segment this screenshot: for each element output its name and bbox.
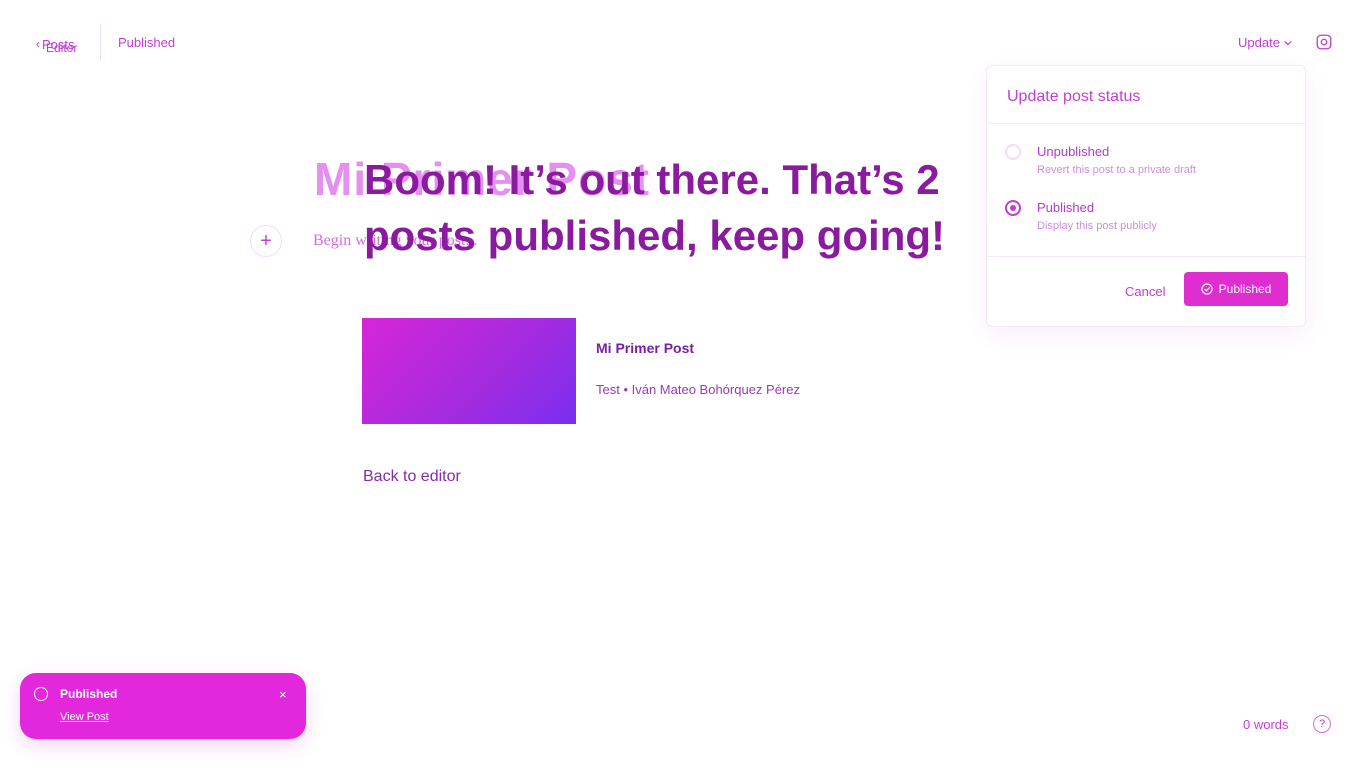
post-status-label: Published [118,35,176,50]
editor-label: Editor [46,41,78,55]
option-label: Published [1037,200,1095,215]
publish-toast: Published View Post × [20,673,306,739]
panel-title: Update post status [1007,88,1141,105]
view-post-link[interactable]: View Post [60,711,109,723]
check-circle-icon [34,687,48,701]
close-icon[interactable]: × [279,687,287,702]
help-icon: ? [1318,718,1326,730]
post-card-byline: Test • Iván Mateo Bohórquez Pérez [596,382,800,397]
update-label: Update [1238,35,1280,50]
publish-success-heading: Boom! It’s out there. That’s 2 posts pub… [364,156,946,259]
post-card-title: Mi Primer Post [596,340,695,356]
update-button[interactable]: Update [1238,35,1292,50]
option-description: Display this post publicly [1037,220,1157,232]
word-count: 0 words [1243,717,1289,732]
back-to-editor-link[interactable]: Back to editor [363,468,461,486]
add-card-button[interactable]: + [250,225,282,257]
help-button[interactable]: ? [1313,715,1331,733]
radio-unpublished[interactable] [1005,144,1021,160]
plus-icon: + [260,229,272,252]
published-post-card[interactable]: Mi Primer Post Test • Iván Mateo Bohórqu… [362,318,862,424]
option-published[interactable]: Published Display this post publicly [1005,200,1295,244]
post-thumbnail [362,318,576,424]
radio-published[interactable] [1005,200,1021,216]
check-circle-icon [1201,283,1213,295]
header-divider [100,24,101,60]
confirm-publish-button[interactable]: Published [1184,272,1288,306]
post-card-meta: Mi Primer Post Test • Iván Mateo Bohórqu… [596,340,800,397]
chevron-down-icon [1284,40,1292,45]
panel-divider [987,123,1305,124]
chevron-left-icon: ‹ [36,37,40,51]
panel-divider [987,256,1305,257]
option-label: Unpublished [1037,144,1110,159]
confirm-label: Published [1218,282,1272,296]
option-description: Revert this post to a private draft [1037,164,1196,176]
toast-title: Published [60,687,118,701]
option-unpublished[interactable]: Unpublished Revert this post to a privat… [1005,144,1295,188]
update-status-panel: Update post status Unpublished Revert th… [986,65,1306,327]
settings-button[interactable] [1313,31,1335,53]
cancel-button[interactable]: Cancel [1125,284,1165,299]
settings-icon [1316,34,1332,50]
